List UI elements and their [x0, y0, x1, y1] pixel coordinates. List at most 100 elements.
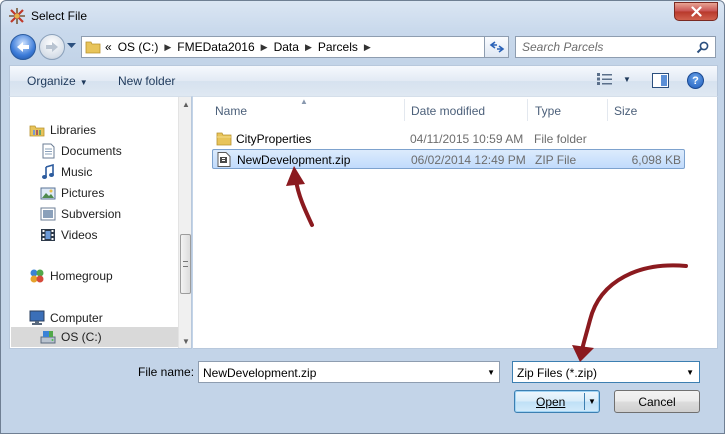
grip-icon: [183, 261, 188, 267]
breadcrumb-fmedata2016[interactable]: FMEData2016 ▶: [177, 40, 267, 54]
open-button-label: Open: [536, 395, 566, 409]
nav-pictures[interactable]: Pictures: [40, 185, 104, 201]
chevron-down-icon: ▼: [623, 74, 631, 84]
drive-icon: [40, 331, 56, 344]
new-folder-button[interactable]: New folder: [118, 74, 175, 88]
arrow-left-icon: [17, 42, 29, 52]
file-type-select[interactable]: Zip Files (*.zip) ▼: [512, 361, 700, 383]
breadcrumb-separator-icon[interactable]: ▶: [261, 42, 268, 53]
pictures-icon: [40, 187, 56, 200]
nav-label: Pictures: [61, 186, 105, 200]
nav-os-c[interactable]: OS (C:): [40, 329, 102, 345]
nav-label: Computer: [50, 311, 103, 325]
libraries-icon: [29, 125, 45, 137]
navigation-pane: Libraries Documents Music Pictures Subve…: [9, 96, 192, 349]
split-divider: [584, 393, 585, 410]
breadcrumb-overflow[interactable]: «: [105, 40, 112, 54]
refresh-button[interactable]: [485, 36, 509, 58]
search-icon[interactable]: [696, 41, 709, 54]
help-icon: ?: [692, 74, 699, 87]
refresh-icon: [489, 41, 504, 53]
homegroup-icon: [30, 269, 44, 283]
breadcrumb-data[interactable]: Data ▶: [274, 40, 312, 54]
file-name-field[interactable]: NewDevelopment.zip ▼: [198, 361, 500, 383]
folder-icon: [216, 132, 232, 146]
search-box[interactable]: [515, 36, 716, 58]
nav-label: OS (C:): [61, 330, 102, 344]
organize-menu[interactable]: Organize ▼: [27, 74, 88, 88]
change-view-button[interactable]: ▼: [597, 73, 631, 85]
column-header-type[interactable]: Type: [535, 104, 561, 118]
window-title: Select File: [31, 9, 88, 23]
nav-label: Documents: [61, 144, 122, 158]
chevron-down-icon[interactable]: ▼: [588, 397, 596, 406]
address-bar[interactable]: « OS (C:) ▶ FMEData2016 ▶ Data ▶ Parcels ▶: [81, 36, 485, 58]
file-row-newdevelopment[interactable]: NewDevelopment.zip 06/02/2014 12:49 PM Z…: [212, 149, 685, 169]
column-divider[interactable]: [607, 99, 608, 121]
help-button[interactable]: ?: [687, 72, 704, 89]
back-button[interactable]: [10, 34, 36, 60]
nav-videos[interactable]: Videos: [40, 227, 97, 243]
chevron-down-icon[interactable]: ▼: [487, 368, 495, 377]
nav-label: Homegroup: [50, 269, 113, 283]
breadcrumb-separator-icon[interactable]: ▶: [364, 42, 371, 53]
recent-locations-dropdown-icon[interactable]: [67, 43, 76, 49]
scroll-down-icon[interactable]: ▼: [182, 337, 190, 346]
command-bar: Organize ▼ New folder ▼ ?: [9, 65, 718, 96]
file-name: CityProperties: [236, 132, 312, 146]
nav-documents[interactable]: Documents: [40, 143, 122, 159]
title-bar: Select File: [1, 1, 724, 31]
documents-icon: [42, 143, 55, 159]
column-divider[interactable]: [527, 99, 528, 121]
nav-homegroup[interactable]: Homegroup: [29, 268, 113, 284]
scroll-up-icon[interactable]: ▲: [182, 100, 190, 109]
close-button[interactable]: [674, 2, 718, 21]
file-row-cityproperties[interactable]: CityProperties 04/11/2015 10:59 AM File …: [212, 129, 685, 149]
scrollbar-thumb[interactable]: [180, 234, 191, 294]
nav-subversion[interactable]: Subversion: [40, 206, 121, 222]
breadcrumb-os-c[interactable]: OS (C:) ▶: [118, 40, 172, 54]
file-list: ▲ Name Date modified Type Size CityPrope…: [193, 96, 718, 349]
file-name: NewDevelopment.zip: [237, 153, 351, 167]
file-date: 04/11/2015 10:59 AM: [410, 132, 524, 146]
nav-scrollbar[interactable]: ▲ ▼: [178, 97, 191, 348]
fme-workbench-icon: [9, 8, 25, 24]
breadcrumb-separator-icon[interactable]: ▶: [164, 42, 171, 53]
nav-music[interactable]: Music: [40, 164, 92, 180]
nav-computer[interactable]: Computer: [29, 310, 103, 326]
nav-libraries[interactable]: Libraries: [29, 122, 96, 138]
nav-label: Subversion: [61, 207, 122, 221]
videos-icon: [41, 229, 55, 241]
arrow-right-icon: [46, 42, 58, 52]
file-date: 06/02/2014 12:49 PM: [411, 153, 526, 167]
cancel-button[interactable]: Cancel: [614, 390, 700, 413]
forward-button[interactable]: [39, 34, 65, 60]
file-type-value: Zip Files (*.zip): [517, 366, 598, 380]
file-size: 6,098 KB: [631, 153, 681, 167]
file-name-label: File name:: [138, 365, 195, 379]
file-type: File folder: [534, 132, 587, 146]
close-icon: [690, 6, 702, 17]
zip-file-icon: [217, 152, 231, 167]
column-divider[interactable]: [404, 99, 405, 121]
column-header-size[interactable]: Size: [614, 104, 637, 118]
column-header-date[interactable]: Date modified: [411, 104, 485, 118]
file-name-value: NewDevelopment.zip: [203, 366, 317, 380]
view-details-icon: [597, 73, 612, 85]
music-icon: [42, 164, 54, 179]
chevron-down-icon: ▼: [686, 368, 694, 377]
preview-pane-icon[interactable]: [652, 73, 669, 88]
open-button[interactable]: Open ▼: [514, 390, 600, 413]
folder-icon: [85, 41, 101, 54]
chevron-down-icon: ▼: [79, 78, 88, 87]
search-input[interactable]: [522, 40, 692, 54]
nav-label: Videos: [61, 228, 98, 242]
select-file-dialog: Select File « OS (C:) ▶ FMEData2016 ▶ Da…: [0, 0, 725, 434]
nav-label: Libraries: [50, 123, 97, 137]
sort-ascending-icon: ▲: [300, 97, 308, 106]
column-header-name[interactable]: Name: [215, 104, 247, 118]
file-type: ZIP File: [535, 153, 577, 167]
nav-label: Music: [61, 165, 93, 179]
breadcrumb-separator-icon[interactable]: ▶: [305, 42, 312, 53]
breadcrumb-parcels[interactable]: Parcels ▶: [318, 40, 371, 54]
